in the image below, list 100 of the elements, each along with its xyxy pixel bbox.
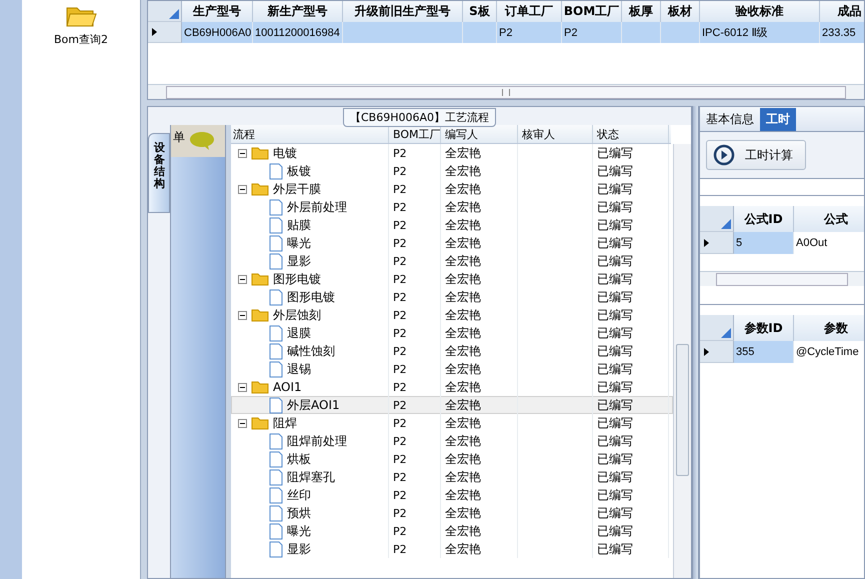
collapse-icon[interactable]	[238, 184, 247, 194]
table-cell: 已编写	[593, 468, 669, 486]
document-icon	[269, 360, 283, 378]
panel-caption: 【CB69H006A0】工艺流程	[343, 108, 496, 127]
tree-item[interactable]: 曝光	[287, 522, 311, 540]
column-header[interactable]: 流程	[231, 125, 389, 143]
table-cell: 已编写	[593, 198, 669, 216]
table-cell: P2	[389, 540, 441, 558]
horizontal-scrollbar[interactable]	[700, 271, 864, 286]
table-cell: P2	[389, 270, 441, 288]
collapse-icon[interactable]	[238, 148, 247, 158]
sort-corner-icon	[169, 9, 179, 19]
collapse-icon[interactable]	[238, 382, 247, 392]
tree-item[interactable]: 外层AOI1	[287, 396, 340, 414]
tree-item[interactable]: 贴膜	[287, 216, 311, 234]
table-cell: CB69H006A0	[182, 22, 253, 43]
tree-item[interactable]: 退膜	[287, 324, 311, 342]
column-header[interactable]: 参数	[794, 315, 864, 341]
tree-item[interactable]: 碱性蚀刻	[287, 342, 335, 360]
side-tab[interactable]: 设备结构	[148, 133, 170, 213]
document-icon	[269, 234, 283, 252]
collapse-icon[interactable]	[238, 310, 247, 320]
row-pointer-icon	[152, 28, 157, 36]
vertical-scrollbar[interactable]	[673, 144, 691, 578]
tree-item[interactable]: 阻焊前处理	[287, 432, 347, 450]
splitter-handle[interactable]	[692, 106, 699, 579]
document-icon	[269, 396, 283, 414]
document-icon	[269, 288, 283, 306]
table-cell: P2	[389, 450, 441, 468]
tree-item[interactable]: 曝光	[287, 234, 311, 252]
tree-item[interactable]: 退锡	[287, 360, 311, 378]
table-cell: P2	[389, 360, 441, 378]
table-cell: 全宏艳	[441, 198, 518, 216]
table-cell: P2	[389, 468, 441, 486]
tree-item[interactable]: 烘板	[287, 450, 311, 468]
table-cell: 已编写	[593, 414, 669, 432]
column-header[interactable]: 公式	[794, 206, 864, 232]
column-header[interactable]: 编写人	[441, 125, 518, 143]
tree-item[interactable]: 丝印	[287, 486, 311, 504]
table-cell: 已编写	[593, 540, 669, 558]
table-cell: P2	[389, 342, 441, 360]
table-cell: 已编写	[593, 234, 669, 252]
tree-item[interactable]: 显影	[287, 252, 311, 270]
table-cell: P2	[389, 252, 441, 270]
table-cell: 已编写	[593, 252, 669, 270]
horizontal-scrollbar[interactable]	[148, 84, 864, 99]
folder-icon	[251, 272, 269, 286]
row-pointer-icon	[704, 238, 709, 246]
tree-item[interactable]: 图形电镀	[287, 288, 335, 306]
document-icon	[269, 252, 283, 270]
table-cell: 233.35	[820, 22, 864, 43]
tab[interactable]: 基本信息	[700, 108, 760, 131]
document-icon	[269, 432, 283, 450]
collapse-icon[interactable]	[238, 418, 247, 428]
column-header[interactable]: BOM工厂	[389, 125, 441, 143]
column-header[interactable]: 核审人	[518, 125, 593, 143]
tab[interactable]: 工时	[760, 108, 796, 131]
tree-item[interactable]: 板镀	[287, 162, 311, 180]
table-cell: P2	[389, 180, 441, 198]
table-cell: P2	[389, 414, 441, 432]
table-cell: 全宏艳	[441, 360, 518, 378]
table-cell: 已编写	[593, 342, 669, 360]
table-cell	[661, 22, 700, 43]
table-cell: IPC-6012 Ⅱ级	[700, 22, 820, 43]
table-cell: 全宏艳	[441, 432, 518, 450]
table-cell: 全宏艳	[441, 540, 518, 558]
table-cell: 全宏艳	[441, 288, 518, 306]
table-cell: @CycleTime	[794, 341, 864, 363]
table-cell	[463, 22, 497, 43]
tree-item[interactable]: 显影	[287, 540, 311, 558]
document-icon	[269, 198, 283, 216]
splitter-handle[interactable]	[225, 125, 231, 578]
tree-item[interactable]: 外层蚀刻	[273, 306, 321, 324]
tree-item[interactable]: 阻焊塞孔	[287, 468, 335, 486]
tree-item[interactable]: 预烘	[287, 504, 311, 522]
tree-item[interactable]: 阻焊	[273, 414, 297, 432]
table-cell: 已编写	[593, 360, 669, 378]
tree-item[interactable]: AOI1	[273, 380, 302, 394]
table-cell: P2	[389, 522, 441, 540]
folder-icon	[251, 146, 269, 160]
column-header[interactable]: 状态	[593, 125, 669, 143]
table-cell: P2	[389, 288, 441, 306]
tree-item[interactable]: 图形电镀	[273, 270, 321, 288]
table-cell: 已编写	[593, 504, 669, 522]
panel-label: 单	[173, 129, 185, 146]
sidebar-item[interactable]: Bom查询2	[54, 32, 108, 47]
tree-item[interactable]: 外层干膜	[273, 180, 321, 198]
table-cell: 已编写	[593, 270, 669, 288]
table-cell: 已编写	[593, 450, 669, 468]
table-cell: 全宏艳	[441, 504, 518, 522]
document-icon	[269, 540, 283, 558]
document-icon	[269, 162, 283, 180]
calculate-button[interactable]: 工时计算	[706, 140, 806, 170]
table-cell: 355	[734, 341, 794, 363]
table-cell: 全宏艳	[441, 396, 518, 414]
collapse-icon[interactable]	[238, 274, 247, 284]
folder-icon	[251, 182, 269, 196]
table-cell: P2	[389, 432, 441, 450]
tree-item[interactable]: 外层前处理	[287, 198, 347, 216]
tree-item[interactable]: 电镀	[273, 144, 297, 162]
